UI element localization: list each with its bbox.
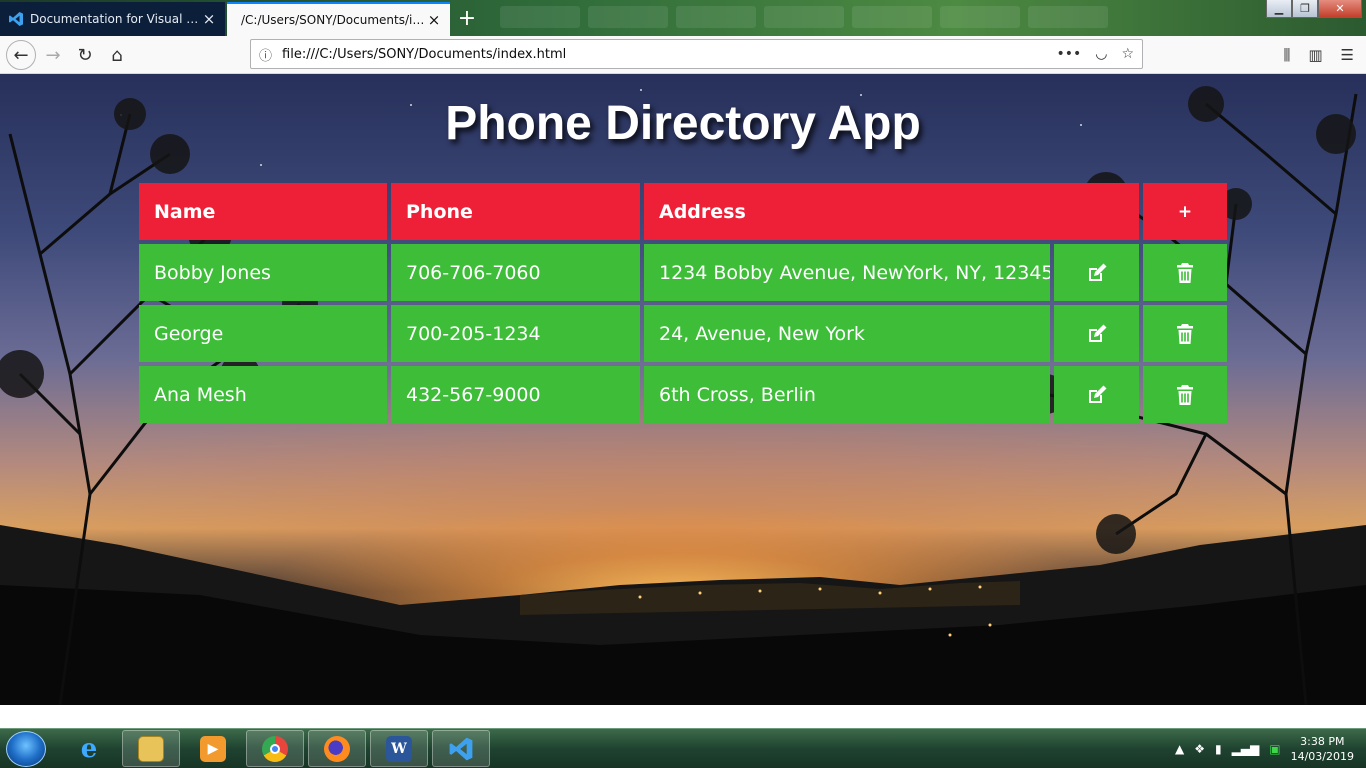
contact-address: 6th Cross, Berlin — [644, 366, 1050, 423]
address-bar[interactable]: ⓘ file:///C:/Users/SONY/Documents/index.… — [250, 39, 1143, 69]
tab-title: /C:/Users/SONY/Documents/index.html — [241, 13, 426, 27]
forward-arrow-icon[interactable]: → — [38, 40, 68, 70]
table-row: Ana Mesh 432-567-9000 6th Cross, Berlin — [139, 366, 1227, 423]
reload-icon[interactable]: ↻ — [70, 40, 100, 70]
window-controls: ▁ ❐ ✕ — [1266, 0, 1362, 18]
delete-button[interactable] — [1143, 305, 1227, 362]
taskbar: e ▶ W ▲ ❖ ▮ ▂▄▆ ▣ 3:38 PM 14/03/2019 — [0, 728, 1366, 768]
close-tab-icon[interactable]: × — [426, 12, 442, 28]
new-tab-button[interactable]: + — [452, 2, 482, 34]
close-tab-icon[interactable]: × — [201, 11, 217, 27]
edit-icon — [1088, 324, 1106, 342]
delete-button[interactable] — [1143, 244, 1227, 301]
contact-phone: 706-706-7060 — [391, 244, 640, 301]
edit-button[interactable] — [1054, 244, 1139, 301]
clock-time: 3:38 PM — [1300, 735, 1345, 748]
background-tab — [764, 6, 844, 28]
sidebar-icon[interactable]: ▥ — [1308, 46, 1322, 64]
contact-address: 1234 Bobby Avenue, NewYork, NY, 12345 — [644, 244, 1050, 301]
nav-bar: ← → ↻ ⌂ ⓘ file:///C:/Users/SONY/Document… — [0, 36, 1366, 74]
pocket-icon[interactable]: ◡ — [1095, 46, 1107, 62]
tab-index-html[interactable]: /C:/Users/SONY/Documents/index.html × — [227, 2, 450, 36]
edit-button[interactable] — [1054, 366, 1139, 423]
taskbar-apps: e ▶ W — [60, 730, 490, 767]
home-icon[interactable]: ⌂ — [102, 40, 132, 70]
page-title: Phone Directory App — [445, 97, 921, 150]
tab-vscode-docs[interactable]: Documentation for Visual Studio Code × — [0, 2, 225, 36]
toolbar-right: ⫼ ▥ ☰ — [1283, 40, 1366, 70]
bookmark-star-icon[interactable]: ☆ — [1121, 46, 1134, 62]
minimize-icon[interactable]: ▁ — [1266, 0, 1292, 18]
page-actions-icon[interactable]: ••• — [1056, 46, 1081, 62]
network-signal-icon[interactable]: ▂▄▆ — [1232, 742, 1260, 756]
tab-strip: Documentation for Visual Studio Code × /… — [0, 0, 1366, 36]
info-icon[interactable]: ⓘ — [259, 45, 272, 64]
edit-icon — [1088, 385, 1106, 403]
table-row: George 700-205-1234 24, Avenue, New York — [139, 305, 1227, 362]
library-icon[interactable]: ⫼ — [1283, 46, 1290, 64]
trash-icon — [1177, 262, 1193, 283]
battery-icon[interactable]: ▣ — [1269, 742, 1280, 756]
word-icon[interactable]: W — [370, 730, 428, 767]
clock[interactable]: 3:38 PM 14/03/2019 — [1291, 734, 1354, 764]
trash-icon — [1177, 384, 1193, 405]
start-button[interactable] — [6, 731, 46, 767]
background-tabs — [500, 6, 1108, 28]
contact-phone: 700-205-1234 — [391, 305, 640, 362]
column-header-phone: Phone — [391, 183, 640, 240]
delete-button[interactable] — [1143, 366, 1227, 423]
page-bottom-blank — [0, 705, 1366, 728]
dropbox-icon[interactable]: ❖ — [1194, 742, 1205, 756]
contact-name: Bobby Jones — [139, 244, 387, 301]
media-player-icon[interactable]: ▶ — [184, 730, 242, 767]
table-header-row: Name Phone Address + — [139, 183, 1227, 240]
column-header-address: Address — [644, 183, 1139, 240]
vscode-icon — [9, 12, 23, 26]
menu-icon[interactable]: ☰ — [1341, 46, 1354, 64]
contact-address: 24, Avenue, New York — [644, 305, 1050, 362]
page-background: Phone Directory App Name Phone Address +… — [0, 74, 1366, 705]
contact-name: Ana Mesh — [139, 366, 387, 423]
background-tab — [676, 6, 756, 28]
background-tab — [500, 6, 580, 28]
background-tab — [588, 6, 668, 28]
contact-name: George — [139, 305, 387, 362]
background-tab — [852, 6, 932, 28]
clock-date: 14/03/2019 — [1290, 750, 1354, 763]
edit-button[interactable] — [1054, 305, 1139, 362]
trash-icon — [1177, 323, 1193, 344]
file-explorer-icon[interactable] — [122, 730, 180, 767]
edit-icon — [1088, 263, 1106, 281]
background-tab — [940, 6, 1020, 28]
back-arrow-icon[interactable]: ← — [6, 40, 36, 70]
vscode-glyph — [449, 737, 473, 760]
internet-explorer-icon[interactable]: e — [60, 730, 118, 767]
usb-icon[interactable]: ▮ — [1215, 742, 1222, 756]
chrome-icon[interactable] — [246, 730, 304, 767]
column-header-name: Name — [139, 183, 387, 240]
system-tray: ▲ ❖ ▮ ▂▄▆ ▣ 3:38 PM 14/03/2019 — [1175, 729, 1354, 768]
add-contact-button[interactable]: + — [1143, 183, 1227, 240]
url-text[interactable]: file:///C:/Users/SONY/Documents/index.ht… — [282, 47, 1056, 62]
close-window-icon[interactable]: ✕ — [1318, 0, 1362, 18]
firefox-icon[interactable] — [308, 730, 366, 767]
table-row: Bobby Jones 706-706-7060 1234 Bobby Aven… — [139, 244, 1227, 301]
show-hidden-icons-icon[interactable]: ▲ — [1175, 742, 1184, 756]
vscode-icon[interactable] — [432, 730, 490, 767]
contact-phone: 432-567-9000 — [391, 366, 640, 423]
tab-title: Documentation for Visual Studio Code — [30, 12, 201, 26]
phone-directory-table: Name Phone Address + Bobby Jones 706-706… — [139, 183, 1227, 427]
background-tab — [1028, 6, 1108, 28]
restore-icon[interactable]: ❐ — [1292, 0, 1318, 18]
